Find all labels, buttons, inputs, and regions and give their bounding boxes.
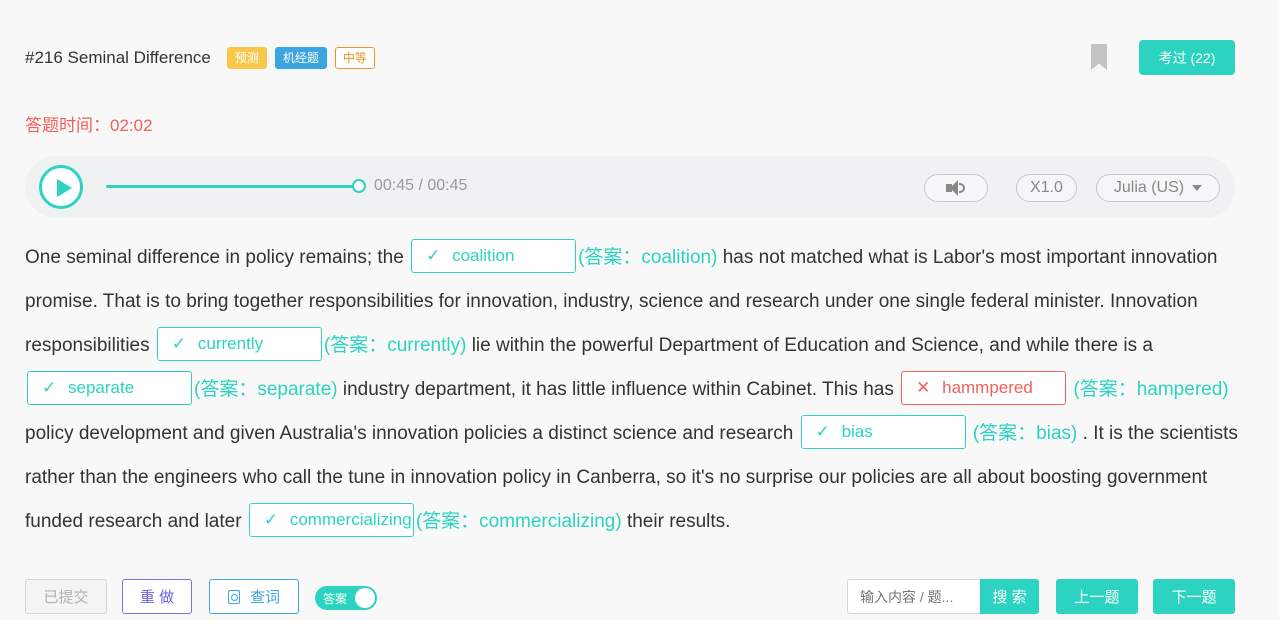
blank-value: coalition bbox=[452, 245, 515, 265]
answer-toggle-label: 答案 bbox=[323, 592, 348, 606]
passage-text-segment: One seminal difference in policy remains… bbox=[25, 247, 410, 268]
lookup-label: 查词 bbox=[249, 589, 280, 606]
voice-label: Julia (US) bbox=[1113, 179, 1185, 196]
blank-input-3[interactable]: ✓ separate bbox=[27, 370, 192, 405]
audio-time: 00:45 / 00:45 bbox=[374, 177, 468, 194]
check-icon: ✓ bbox=[42, 377, 57, 397]
volume-button[interactable] bbox=[924, 174, 988, 202]
answer-key-6: (答案：commercializing) bbox=[415, 511, 622, 532]
answer-key-1: (答案：coalition) bbox=[578, 247, 718, 268]
blank-input-4[interactable]: ✕ hammpered bbox=[901, 370, 1067, 405]
redo-button[interactable]: 重 做 bbox=[122, 579, 192, 614]
answer-key-5: (答案：bias) bbox=[972, 423, 1078, 444]
blank-input-5[interactable]: ✓ bias bbox=[800, 414, 966, 449]
cross-icon: ✕ bbox=[916, 377, 931, 397]
answer-toggle[interactable]: 答案 bbox=[315, 586, 377, 610]
audio-progress-bar[interactable] bbox=[106, 185, 359, 188]
blank-value: commercializing bbox=[289, 509, 412, 529]
blank-input-2[interactable]: ✓ currently bbox=[156, 326, 322, 361]
next-question-button[interactable]: 下一题 bbox=[1153, 579, 1235, 614]
previous-question-button[interactable]: 上一题 bbox=[1056, 579, 1138, 614]
tag-difficulty: 中等 bbox=[334, 47, 375, 69]
search-button[interactable]: 搜 索 bbox=[980, 579, 1039, 614]
answer-key-4: (答案：hampered) bbox=[1073, 379, 1229, 400]
check-icon: ✓ bbox=[263, 509, 279, 529]
blank-input-6[interactable]: ✓ commercializing bbox=[248, 502, 414, 537]
passage-text-segment: lie within the powerful Department of Ed… bbox=[466, 335, 1153, 356]
passage-text-segment: industry department, it has little influ… bbox=[337, 379, 900, 400]
play-button[interactable] bbox=[39, 165, 83, 209]
blank-input-1[interactable]: ✓ coalition bbox=[411, 238, 577, 273]
passage-text-segment: policy development and given Australia's… bbox=[25, 423, 799, 444]
volume-icon bbox=[946, 179, 966, 197]
submitted-button[interactable]: 已提交 bbox=[25, 579, 107, 614]
audio-player: 00:45 / 00:45 X1.0 Julia (US) bbox=[25, 156, 1235, 218]
blank-value: currently bbox=[197, 333, 264, 353]
check-icon: ✓ bbox=[426, 245, 441, 265]
speed-selector[interactable]: X1.0 bbox=[1016, 174, 1077, 202]
answer-key-2: (答案：currently) bbox=[323, 335, 467, 356]
caret-down-icon bbox=[1192, 185, 1203, 191]
bookmark-icon[interactable] bbox=[1091, 44, 1107, 70]
passage-text-segment: their results. bbox=[621, 511, 731, 532]
blank-value: bias bbox=[841, 421, 873, 441]
play-icon bbox=[57, 179, 72, 197]
voice-selector[interactable]: Julia (US) bbox=[1096, 174, 1220, 202]
answer-key-3: (答案：separate) bbox=[194, 379, 338, 400]
tag-machine-question: 机经题 bbox=[274, 47, 327, 69]
toggle-knob bbox=[355, 588, 375, 608]
passed-count-button[interactable]: 考过 (22) bbox=[1139, 40, 1235, 75]
blank-value: separate bbox=[68, 377, 135, 397]
blank-value: hammpered bbox=[942, 377, 1033, 397]
document-icon bbox=[227, 589, 240, 604]
search-input[interactable] bbox=[847, 579, 981, 614]
tag-predict: 预测 bbox=[226, 47, 267, 69]
answer-timer: 答题时间：02:02 bbox=[25, 116, 153, 135]
passage-text: One seminal difference in policy remains… bbox=[25, 236, 1240, 544]
audio-progress-handle[interactable] bbox=[352, 179, 366, 193]
question-header: #216 Seminal Difference 预测 机经题 中等 bbox=[25, 44, 383, 72]
lookup-word-button[interactable]: 查词 bbox=[209, 579, 299, 614]
question-title: #216 Seminal Difference bbox=[25, 48, 211, 67]
check-icon: ✓ bbox=[171, 333, 187, 353]
check-icon: ✓ bbox=[815, 421, 830, 441]
